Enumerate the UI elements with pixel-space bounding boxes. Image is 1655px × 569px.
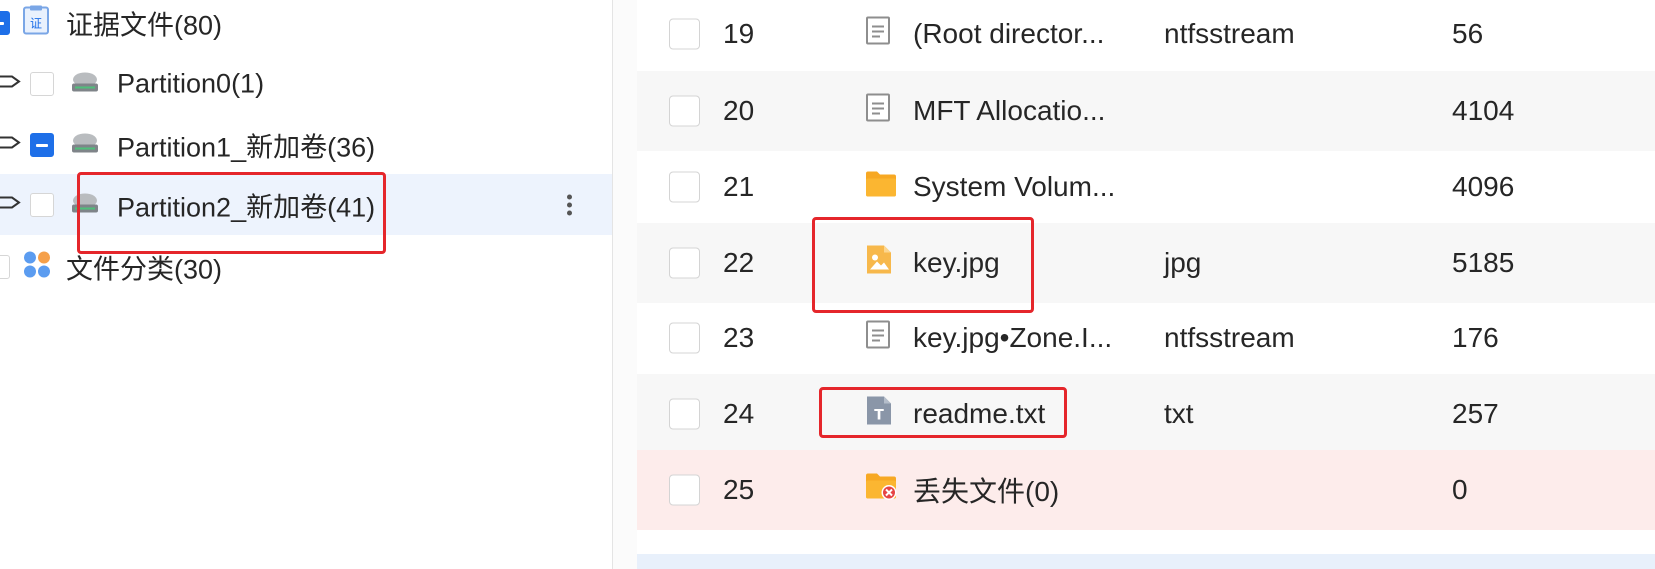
row-number: 21 [723,171,755,202]
file-size: 4104 [1452,95,1515,126]
file-name[interactable]: key.jpg•Zone.I... [913,322,1112,354]
file-name[interactable]: MFT Allocatio... [913,95,1105,127]
document-icon [865,93,891,130]
tree-item-partition1[interactable]: Partition1_新加卷(36) [0,114,612,175]
tree-item-evidence-files[interactable]: 证 证据文件(80) [0,0,612,53]
table-row[interactable]: 20 MFT Allocatio... 4104 [637,71,1655,151]
tree-item-partition2[interactable]: Partition2_新加卷(41) [0,174,612,235]
svg-text:证: 证 [30,16,42,30]
more-vertical-icon[interactable] [567,191,573,218]
row-number: 22 [723,247,755,278]
file-size: 0 [1452,474,1468,505]
svg-text:T: T [874,408,884,424]
document-icon [865,16,891,53]
document-icon [865,320,891,357]
tree-item-partition0[interactable]: Partition0(1) [0,53,612,114]
expand-arrow-icon[interactable] [0,71,22,96]
file-name[interactable]: System Volum... [913,171,1115,203]
table-row[interactable]: 21 System Volum... 4096 [637,147,1655,227]
row-checkbox[interactable] [669,398,700,430]
tree-checkbox[interactable] [0,10,10,35]
table-row-lost-files[interactable]: 25 丢失文件(0) 0 [637,450,1655,530]
file-size: 257 [1452,398,1499,429]
category-icon [22,249,52,284]
file-size: 4096 [1452,171,1515,202]
row-number: 19 [723,18,755,49]
disk-icon [70,190,100,219]
file-name[interactable]: (Root director... [913,18,1104,50]
tree-item-file-categories[interactable]: 文件分类(30) [0,236,612,297]
file-list-table: 19 (Root director... ntfsstream 56 20 MF… [637,0,1655,569]
tree-checkbox[interactable] [30,71,54,96]
expand-arrow-icon[interactable] [0,132,22,157]
file-size: 56 [1452,18,1484,49]
tree-checkbox[interactable] [0,254,10,279]
next-row-highlight [637,554,1655,569]
text-file-icon: T [865,395,893,434]
row-number: 23 [723,322,755,353]
row-number: 24 [723,398,755,429]
tree-item-label: Partition2_新加卷(41) [117,192,376,222]
tree-checkbox[interactable] [30,192,54,217]
image-file-icon [865,244,893,283]
row-number: 20 [723,95,755,126]
file-name[interactable]: 丢失文件(0) [913,470,1059,510]
file-size: 176 [1452,322,1499,353]
file-type: jpg [1164,247,1202,278]
table-row[interactable]: 24 T readme.txt txt 257 [637,374,1655,454]
table-row[interactable]: 19 (Root director... ntfsstream 56 [637,0,1655,74]
evidence-icon: 证 [22,5,50,40]
row-checkbox[interactable] [669,474,700,506]
file-name[interactable]: readme.txt [913,398,1045,430]
tree-item-label: 文件分类(30) [66,254,223,284]
file-size: 5185 [1452,247,1515,278]
row-checkbox[interactable] [669,247,700,279]
row-checkbox[interactable] [669,95,700,127]
disk-icon [70,130,100,159]
expand-arrow-icon[interactable] [0,192,22,217]
folder-icon [865,170,897,205]
file-type: ntfsstream [1164,322,1295,353]
tree-item-label: Partition1_新加卷(36) [117,132,376,162]
file-type: ntfsstream [1164,18,1295,49]
row-number: 25 [723,474,755,505]
row-checkbox[interactable] [669,171,700,203]
table-row[interactable]: 22 key.jpg jpg 5185 [637,223,1655,303]
panel-gutter [613,0,637,569]
file-name[interactable]: key.jpg [913,247,1000,279]
evidence-tree-panel: 证 证据文件(80) Partition0(1) Partition1_新加卷(… [0,0,612,569]
tree-item-label: Partition0(1) [117,68,265,98]
table-row[interactable]: 23 key.jpg•Zone.I... ntfsstream 176 [637,298,1655,378]
tree-item-label: 证据文件(80) [66,10,223,40]
lost-folder-icon [865,472,899,509]
row-checkbox[interactable] [669,322,700,354]
disk-icon [70,69,100,98]
row-checkbox[interactable] [669,18,700,50]
tree-checkbox[interactable] [30,132,54,157]
file-type: txt [1164,398,1194,429]
